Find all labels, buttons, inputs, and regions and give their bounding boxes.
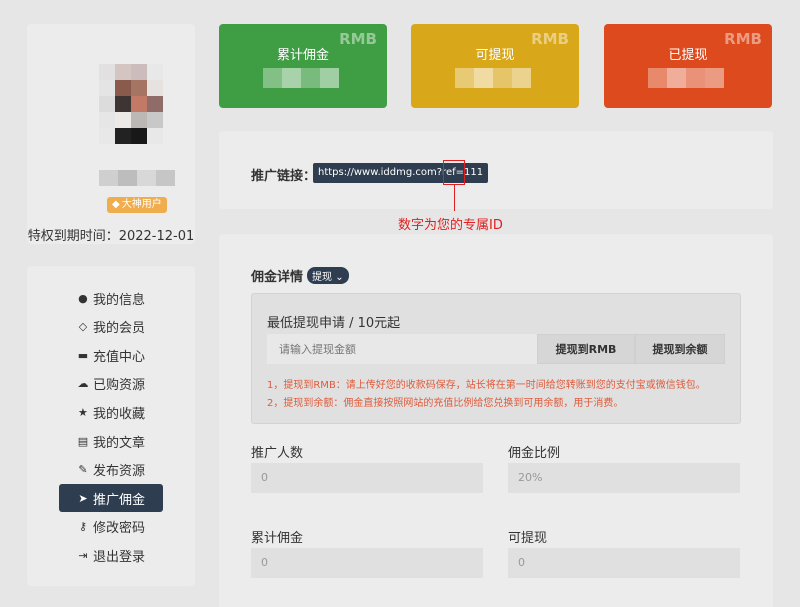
paper-plane-icon: ➤ [78, 491, 88, 505]
nav-item[interactable]: ⚷ 修改密码 [59, 513, 163, 541]
avatar-pixel [115, 80, 131, 96]
diamond-icon: ◇ [78, 320, 88, 334]
commission-panel: 佣金详情 提现 ⌄ 最低提现申请 / 10元起 提现到RMB 提现到余额 1，提… [219, 234, 773, 607]
withdraw-min-text: 最低提现申请 / 10元起 [267, 316, 401, 331]
avatar-pixel [147, 64, 163, 80]
nav-item-label: 发布资源 [92, 464, 145, 480]
total-commission-field: 0 [251, 548, 483, 578]
withdraw-rmb-button[interactable]: 提现到RMB [537, 334, 635, 364]
total-commission-label: 累计佣金 [251, 531, 304, 546]
avatar-pixel [99, 112, 115, 128]
avatar-pixel [131, 96, 147, 112]
avatar-pixel [115, 112, 131, 128]
nav-item[interactable]: ✎ 发布资源 [59, 456, 163, 484]
withdraw-dropdown[interactable]: 提现 ⌄ [307, 267, 349, 284]
nav-item-label: 充值中心 [92, 349, 145, 365]
avatar-pixel [99, 128, 115, 144]
stat-label: 累计佣金 [276, 48, 329, 63]
nav-item[interactable]: ● 我的信息 [59, 284, 163, 312]
referral-label: 推广链接： [251, 169, 317, 184]
chevron-down-icon: ⌄ [335, 272, 344, 283]
nav-item-label: 我的收藏 [92, 406, 145, 422]
vip-badge: ◆ 大神用户 [107, 197, 167, 213]
avatar-pixel [147, 112, 163, 128]
withdraw-amount-input[interactable] [267, 334, 537, 364]
avatar-pixel [99, 80, 115, 96]
vip-badge-label: 大神用户 [121, 199, 162, 210]
stat-card: RMB 可提现 [411, 24, 579, 108]
avatar-pixel [131, 112, 147, 128]
nav-item[interactable]: ⇥ 退出登录 [59, 541, 163, 569]
nav-item-label: 推广佣金 [92, 492, 145, 508]
nav-item-label: 修改密码 [92, 521, 145, 537]
nav-item[interactable]: ☁ 已购资源 [59, 370, 163, 398]
sign-out-icon: ⇥ [78, 548, 88, 562]
nav-item-label: 我的信息 [92, 292, 145, 308]
stat-value-blurred [648, 68, 724, 88]
avatar-pixel [131, 128, 147, 144]
annotation-note: 数字为您的专属ID [398, 218, 503, 233]
commission-title: 佣金详情 提现 ⌄ [251, 266, 349, 285]
stat-value-blurred [455, 68, 531, 88]
credit-card-icon: ▬ [77, 348, 89, 362]
avatar-pixel [147, 96, 163, 112]
referral-panel: 推广链接： https://www.iddmg.com?ref=111 [219, 131, 773, 209]
avatar-pixel [115, 64, 131, 80]
stat-card: RMB 累计佣金 [219, 24, 387, 108]
key-icon: ⚷ [78, 520, 88, 534]
avatar-pixel [99, 96, 115, 112]
nav-item[interactable]: ▬ 充值中心 [59, 341, 163, 369]
withdraw-box: 最低提现申请 / 10元起 提现到RMB 提现到余额 1，提现到RMB：请上传好… [251, 293, 741, 424]
nav-item-label: 已购资源 [92, 378, 145, 394]
username-blurred [99, 170, 175, 186]
nav-item-label: 我的会员 [92, 321, 145, 337]
avatar-pixel [131, 64, 147, 80]
nav-item[interactable]: ▤ 我的文章 [59, 427, 163, 455]
pencil-icon: ✎ [78, 463, 88, 477]
promo-count-field: 0 [251, 463, 483, 493]
withdraw-note-1: 1，提现到RMB：请上传好您的收款码保存，站长将在第一时间给您转账到您的支付宝或… [267, 380, 706, 391]
ratio-field: 20% [508, 463, 740, 493]
referral-id-highlight [443, 160, 465, 185]
stat-card: RMB 已提现 [604, 24, 772, 108]
nav-item-label: 我的文章 [92, 435, 145, 451]
diamond-icon: ◆ [112, 199, 120, 210]
avatar[interactable] [99, 64, 163, 144]
commission-title-text: 佣金详情 [251, 270, 304, 285]
withdraw-balance-button[interactable]: 提现到余额 [635, 334, 725, 364]
profile-card: ◆ 大神用户 特权到期时间：2022-12-01 [27, 24, 195, 244]
user-icon: ● [78, 291, 88, 305]
annotation-line [454, 185, 455, 211]
file-icon: ▤ [77, 434, 89, 448]
withdrawable-field: 0 [508, 548, 740, 578]
avatar-pixel [131, 80, 147, 96]
nav-item[interactable]: ➤ 推广佣金 [59, 484, 163, 513]
star-icon: ★ [78, 405, 88, 419]
user-nav: ● 我的信息 ◇ 我的会员 ▬ 充值中心 ☁ 已购资源 ★ 我的收藏 ▤ 我的文章 ✎ 发布资源 ➤ 推广佣金… [27, 266, 195, 586]
avatar-pixel [115, 128, 131, 144]
withdraw-dropdown-label: 提现 [312, 272, 333, 283]
stat-label: 已提现 [668, 48, 708, 63]
avatar-pixel [115, 96, 131, 112]
withdrawable-label: 可提现 [508, 531, 548, 546]
withdraw-note-2: 2，提现到余额：佣金直接按照网站的充值比例给您兑换到可用余额，用于消费。 [267, 398, 624, 409]
nav-item[interactable]: ★ 我的收藏 [59, 398, 163, 426]
ratio-label: 佣金比例 [508, 446, 561, 461]
avatar-pixel [147, 128, 163, 144]
avatar-pixel [147, 80, 163, 96]
stat-label: 可提现 [475, 48, 515, 63]
cloud-download-icon: ☁ [77, 377, 89, 391]
promo-count-label: 推广人数 [251, 446, 304, 461]
nav-item[interactable]: ◇ 我的会员 [59, 313, 163, 341]
stat-value-blurred [263, 68, 339, 88]
expire-date: 特权到期时间：2022-12-01 [27, 229, 195, 244]
avatar-pixel [99, 64, 115, 80]
nav-item-label: 退出登录 [92, 549, 145, 565]
